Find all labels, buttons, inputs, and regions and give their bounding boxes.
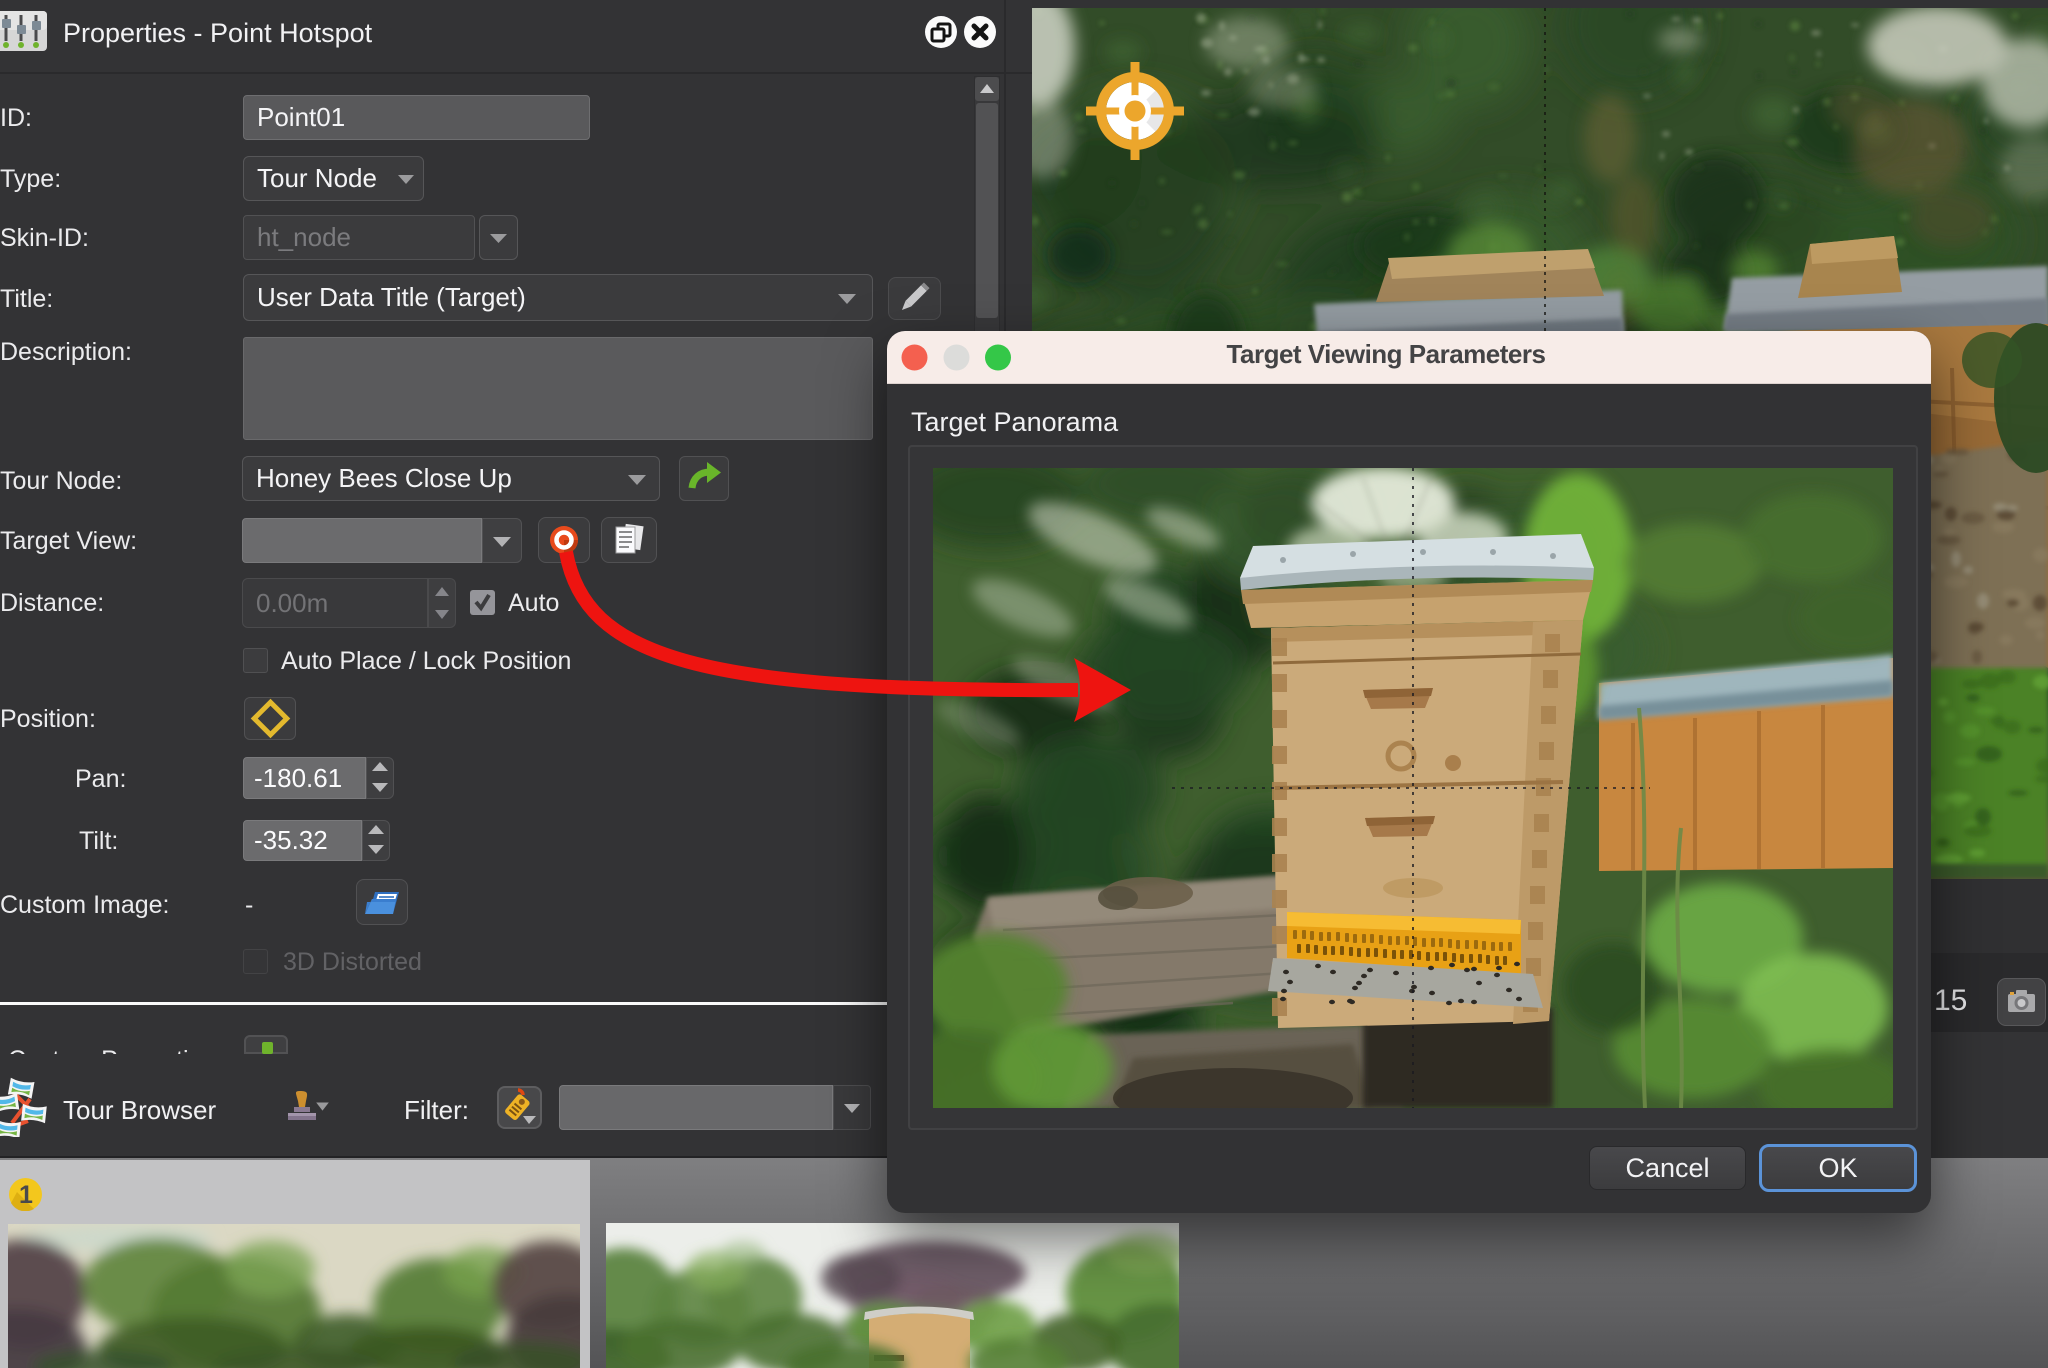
svg-text:1: 1 bbox=[19, 1181, 33, 1209]
